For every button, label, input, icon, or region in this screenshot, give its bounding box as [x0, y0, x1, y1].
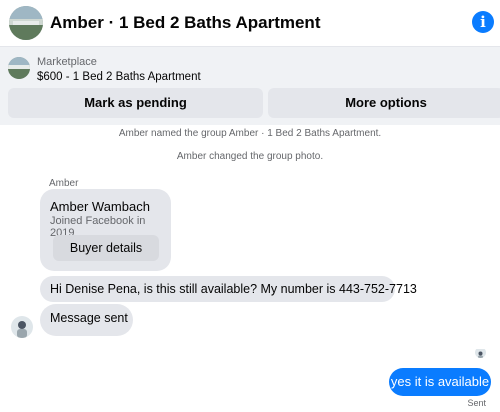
contact-avatar[interactable] [11, 316, 33, 338]
seen-indicator-avatar [475, 347, 486, 358]
listing-title[interactable]: $600 - 1 Bed 2 Baths Apartment [37, 71, 201, 83]
group-avatar[interactable] [9, 6, 43, 40]
incoming-message[interactable]: Message sent [40, 304, 133, 336]
info-icon[interactable]: i [472, 11, 494, 33]
more-options-button[interactable]: More options [268, 88, 500, 118]
incoming-message[interactable]: Hi Denise Pena, is this still available?… [40, 276, 417, 302]
marketplace-label: Marketplace [37, 56, 97, 68]
buyer-details-button[interactable]: Buyer details [53, 235, 159, 261]
system-message: Amber named the group Amber · 1 Bed 2 Ba… [118, 128, 382, 139]
listing-thumbnail[interactable] [8, 57, 30, 79]
system-message: Amber changed the group photo. [176, 151, 324, 162]
profile-name: Amber Wambach [50, 199, 150, 214]
conversation-title: Amber · 1 Bed 2 Baths Apartment [50, 13, 321, 32]
outgoing-message[interactable]: yes it is available [389, 368, 491, 396]
sender-name: Amber [49, 178, 79, 189]
marketplace-panel: Marketplace $600 - 1 Bed 2 Baths Apartme… [0, 47, 500, 125]
conversation-header: Amber · 1 Bed 2 Baths Apartment i [0, 0, 500, 47]
profile-card: Amber Wambach Joined Facebook in 2019 Bu… [40, 189, 171, 271]
message-status: Sent [467, 398, 486, 408]
mark-as-pending-button[interactable]: Mark as pending [8, 88, 263, 118]
